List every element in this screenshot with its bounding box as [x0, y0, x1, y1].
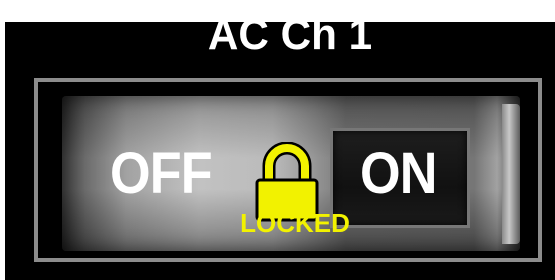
locked-label: LOCKED [240, 208, 350, 238]
rocker-edge [502, 104, 520, 244]
off-label: OFF [110, 141, 213, 206]
channel-title: AC Ch 1 [207, 10, 373, 59]
on-label: ON [360, 141, 437, 206]
